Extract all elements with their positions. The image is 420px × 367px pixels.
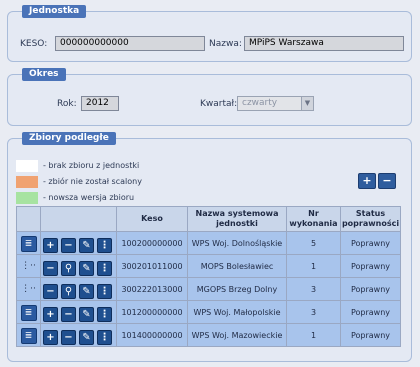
- okres-section: Okres Rok: 2012 Kwartał: czwarty ▼: [7, 68, 412, 126]
- tree-branch-icon: ⋮··: [21, 284, 36, 294]
- zbiory-table: Keso Nazwa systemowa jednostki Nr wykona…: [16, 206, 401, 347]
- edit-icon[interactable]: ✎: [79, 307, 94, 322]
- row-nr: 1: [286, 254, 341, 278]
- kwartal-selected-value: czwarty: [242, 98, 278, 108]
- details-icon[interactable]: ⋮: [97, 330, 112, 345]
- row-status: Poprawny: [340, 231, 401, 255]
- table-row[interactable]: ⋮·· − ⚲ ✎ ⋮ 300201011000 MOPS Bolesławiec 1…: [16, 254, 401, 278]
- remove-icon[interactable]: −: [61, 238, 76, 253]
- remove-icon[interactable]: −: [61, 330, 76, 345]
- legend-swatch-white: [16, 160, 38, 172]
- row-actions: + − ✎ ⋮: [40, 323, 117, 347]
- add-icon[interactable]: +: [43, 330, 58, 345]
- row-status: Poprawny: [340, 300, 401, 324]
- row-status: Poprawny: [340, 323, 401, 347]
- tree-cell: ⋮··: [16, 277, 41, 301]
- search-icon[interactable]: ⚲: [61, 284, 76, 299]
- jednostka-legend: Jednostka: [22, 5, 87, 18]
- add-icon[interactable]: +: [43, 307, 58, 322]
- rok-field[interactable]: 2012: [81, 96, 119, 111]
- details-icon[interactable]: ⋮: [97, 238, 112, 253]
- rok-label: Rok:: [57, 99, 77, 109]
- edit-icon[interactable]: ✎: [79, 238, 94, 253]
- tree-cell: ⋮··: [16, 254, 41, 278]
- legend-text-not-merged: - zbiór nie został scalony: [43, 177, 142, 186]
- tree-list-icon[interactable]: ≣: [20, 236, 37, 252]
- keso-field[interactable]: 000000000000: [55, 36, 205, 51]
- search-icon[interactable]: ⚲: [61, 261, 76, 276]
- row-nazwa: MGOPS Brzeg Dolny: [187, 277, 287, 301]
- legend-text-newer: - nowsza wersja zbioru: [43, 193, 135, 202]
- row-nazwa: WPS Woj. Dolnośląskie: [187, 231, 287, 255]
- expand-all-button[interactable]: +: [358, 173, 376, 189]
- row-actions: + − ✎ ⋮: [40, 300, 117, 324]
- jednostka-section: Jednostka KESO: 000000000000 Nazwa: MPiP…: [7, 5, 412, 62]
- remove-icon[interactable]: −: [43, 284, 58, 299]
- table-row[interactable]: ≣ + − ✎ ⋮ 101200000000 WPS Woj. Małopolskie…: [16, 300, 401, 324]
- tree-list-icon[interactable]: ≣: [20, 328, 37, 344]
- table-row[interactable]: ≣ + − ✎ ⋮ 100200000000 WPS Woj. Dolnośląski…: [16, 231, 401, 255]
- col-keso: Keso: [116, 206, 188, 232]
- row-nr: 5: [286, 231, 341, 255]
- row-nr: 3: [286, 300, 341, 324]
- table-row[interactable]: ≣ + − ✎ ⋮ 101400000000 WPS Woj. Mazowieckie…: [16, 323, 401, 347]
- nazwa-field[interactable]: MPiPS Warszawa: [244, 36, 404, 51]
- remove-icon[interactable]: −: [61, 307, 76, 322]
- edit-icon[interactable]: ✎: [79, 261, 94, 276]
- col-empty: [16, 206, 41, 232]
- legend-text-missing: - brak zbioru z jednostki: [43, 161, 140, 170]
- zbiory-legend: Zbiory podległe: [22, 132, 116, 145]
- edit-icon[interactable]: ✎: [79, 284, 94, 299]
- col-nazwa: Nazwa systemowa jednostki: [187, 206, 287, 232]
- nazwa-label: Nazwa:: [209, 39, 242, 49]
- row-keso: 101200000000: [116, 300, 188, 324]
- col-actions: [40, 206, 117, 232]
- row-status: Poprawny: [340, 254, 401, 278]
- row-nr: 3: [286, 277, 341, 301]
- tree-cell: ≣: [16, 323, 41, 347]
- row-keso: 100200000000: [116, 231, 188, 255]
- okres-legend: Okres: [22, 68, 66, 81]
- add-icon[interactable]: +: [43, 238, 58, 253]
- row-nazwa: WPS Woj. Mazowieckie: [187, 323, 287, 347]
- col-status: Status poprawności: [340, 206, 401, 232]
- row-keso: 300201011000: [116, 254, 188, 278]
- keso-label: KESO:: [20, 39, 48, 49]
- row-nazwa: WPS Woj. Małopolskie: [187, 300, 287, 324]
- row-actions: − ⚲ ✎ ⋮: [40, 277, 117, 301]
- details-icon[interactable]: ⋮: [97, 307, 112, 322]
- details-icon[interactable]: ⋮: [97, 261, 112, 276]
- row-actions: + − ✎ ⋮: [40, 231, 117, 255]
- row-keso: 101400000000: [116, 323, 188, 347]
- row-status: Poprawny: [340, 277, 401, 301]
- row-keso: 300222013000: [116, 277, 188, 301]
- tree-branch-icon: ⋮··: [21, 261, 36, 271]
- row-nr: 1: [286, 323, 341, 347]
- col-nr: Nr wykonania: [286, 206, 341, 232]
- tree-cell: ≣: [16, 300, 41, 324]
- remove-icon[interactable]: −: [43, 261, 58, 276]
- table-header-row: Keso Nazwa systemowa jednostki Nr wykona…: [16, 206, 401, 232]
- chevron-down-icon[interactable]: ▼: [301, 97, 313, 110]
- row-nazwa: MOPS Bolesławiec: [187, 254, 287, 278]
- edit-icon[interactable]: ✎: [79, 330, 94, 345]
- kwartal-select[interactable]: czwarty ▼: [237, 96, 314, 111]
- tree-list-icon[interactable]: ≣: [20, 305, 37, 321]
- row-actions: − ⚲ ✎ ⋮: [40, 254, 117, 278]
- details-icon[interactable]: ⋮: [97, 284, 112, 299]
- kwartal-label: Kwartał:: [200, 99, 238, 109]
- legend-swatch-green: [16, 192, 38, 204]
- legend-swatch-orange: [16, 176, 38, 188]
- tree-cell: ≣: [16, 231, 41, 255]
- table-row[interactable]: ⋮·· − ⚲ ✎ ⋮ 300222013000 MGOPS Brzeg Dolny …: [16, 277, 401, 301]
- collapse-all-button[interactable]: −: [378, 173, 396, 189]
